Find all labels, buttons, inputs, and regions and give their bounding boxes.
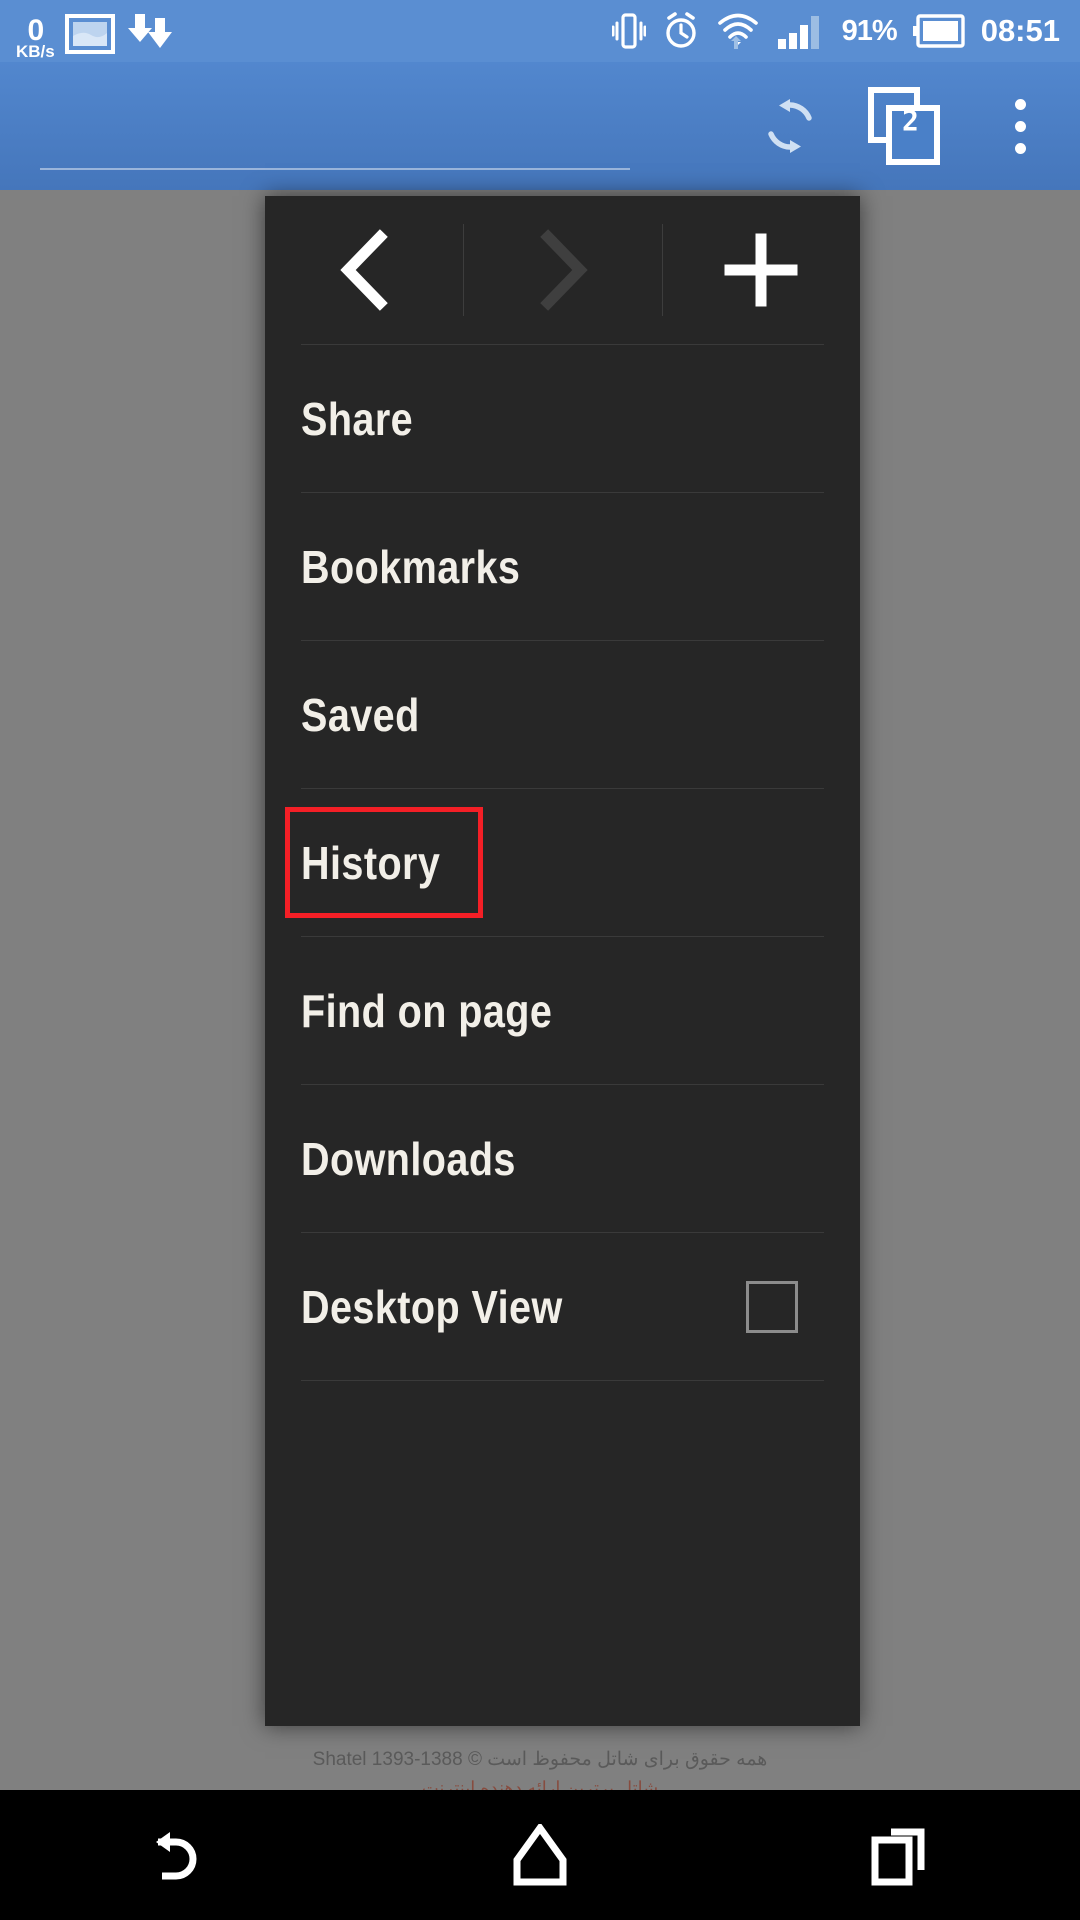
android-nav-bar <box>0 1790 1080 1920</box>
menu-nav-row <box>265 196 860 344</box>
browser-toolbar: 2 <box>0 62 1080 190</box>
signal-icon <box>776 11 826 51</box>
chevron-right-icon <box>540 229 589 311</box>
url-bar-underline[interactable] <box>40 168 630 170</box>
menu-item-label: History <box>301 836 441 889</box>
overflow-menu-icon <box>1014 98 1026 154</box>
page-footer-copyright: همه حقوق برای شاتل محفوظ است © Shatel 13… <box>312 1749 768 1770</box>
network-speed-unit: KB/s <box>16 42 55 61</box>
menu-item-label: Find on page <box>301 984 553 1037</box>
nav-recents-button[interactable] <box>720 1824 1080 1886</box>
menu-item-find-on-page[interactable]: Find on page <box>265 937 860 1084</box>
home-icon <box>513 1824 567 1886</box>
phone-screen: 0 KB/s 91% 08:51 2 همه حقوق برای شاتل مح… <box>0 0 1080 1920</box>
menu-item-downloads[interactable]: Downloads <box>265 1085 860 1232</box>
menu-item-bookmarks[interactable]: Bookmarks <box>265 493 860 640</box>
network-speed-indicator: 0 KB/s <box>16 16 55 62</box>
nav-home-button[interactable] <box>360 1824 720 1886</box>
menu-item-history[interactable]: History <box>265 789 860 936</box>
plus-icon <box>724 233 798 307</box>
tab-count-label: 2 <box>902 104 919 137</box>
menu-item-label: Desktop View <box>301 1280 563 1333</box>
reload-button[interactable] <box>730 62 850 190</box>
menu-item-label: Bookmarks <box>301 540 521 593</box>
overflow-menu-panel: Share Bookmarks Saved History Find on pa… <box>265 196 860 1726</box>
screenshot-icon <box>64 14 115 62</box>
battery-percent-label: 91% <box>841 14 898 47</box>
status-clock: 08:51 <box>980 13 1060 48</box>
download-icon <box>125 12 181 62</box>
back-icon <box>156 1832 197 1880</box>
vibrate-icon <box>611 11 646 51</box>
menu-new-tab-button[interactable] <box>661 216 860 324</box>
overflow-menu-button[interactable] <box>960 62 1080 190</box>
wifi-icon <box>716 11 760 51</box>
menu-item-label: Downloads <box>301 1132 516 1185</box>
menu-item-label: Share <box>301 392 414 445</box>
chevron-left-icon <box>340 229 388 311</box>
browser-toolbar-actions: 2 <box>730 62 1080 190</box>
tab-switcher-button[interactable]: 2 <box>850 62 960 190</box>
alarm-icon <box>662 11 700 51</box>
menu-item-saved[interactable]: Saved <box>265 641 860 788</box>
status-bar: 0 KB/s 91% 08:51 <box>0 0 1080 62</box>
menu-item-share[interactable]: Share <box>265 345 860 492</box>
battery-icon <box>912 14 965 48</box>
desktop-view-checkbox[interactable] <box>746 1280 798 1333</box>
status-bar-left: 0 KB/s <box>0 0 181 62</box>
recents-icon <box>871 1828 925 1886</box>
reload-icon <box>768 99 812 153</box>
menu-forward-button[interactable] <box>463 216 661 324</box>
nav-back-button[interactable] <box>0 1824 360 1886</box>
status-bar-right: 91% 08:51 <box>611 11 1080 51</box>
menu-back-button[interactable] <box>265 216 463 324</box>
menu-item-desktop-view[interactable]: Desktop View <box>265 1233 860 1380</box>
menu-item-label: Saved <box>301 688 420 741</box>
menu-divider <box>301 1380 824 1381</box>
